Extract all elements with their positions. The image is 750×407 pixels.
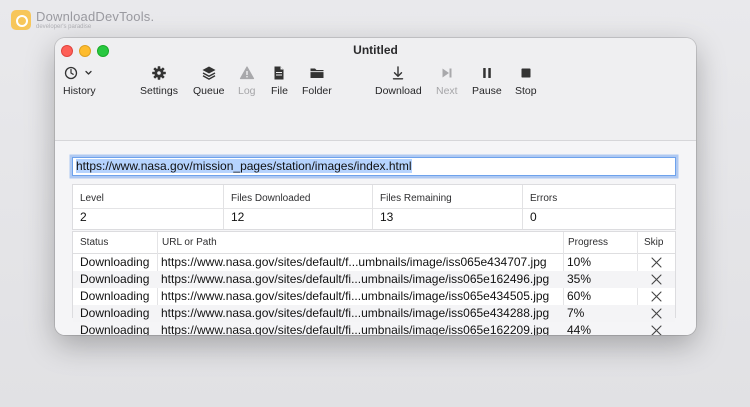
url-cell: https://www.nasa.gov/sites/default/fi...… [161,272,550,286]
log-button[interactable]: Log [238,64,256,97]
status-cell: Downloading [80,272,150,286]
download-arrow-icon [390,64,406,82]
stat-files-remaining: Files Remaining 13 [372,185,523,229]
folder-icon [309,64,325,82]
next-label: Next [436,85,458,97]
queue-label: Queue [193,85,225,97]
folder-button[interactable]: Folder [302,64,332,97]
skip-x-icon[interactable] [650,324,663,335]
log-label: Log [238,85,256,97]
table-header: Status URL or Path Progress Skip [73,232,675,254]
settings-label: Settings [140,85,178,97]
stats-panel: Level 2 Files Downloaded 12 Files Remain… [72,184,676,230]
status-cell: Downloading [80,323,150,335]
watermark-subtitle: developer's paradise [36,24,92,30]
next-button[interactable]: Next [436,64,458,97]
stop-label: Stop [515,85,537,97]
file-label: File [271,85,288,97]
stat-files-downloaded-value: 12 [231,210,245,224]
toolbar: Untitled History Settings Queue Log File… [55,38,696,141]
status-cell: Downloading [80,306,150,320]
table-row[interactable]: Downloading https://www.nasa.gov/sites/de… [73,254,675,271]
table-row[interactable]: Downloading https://www.nasa.gov/sites/de… [73,288,675,305]
status-cell: Downloading [80,255,150,269]
downloads-table: Status URL or Path Progress Skip Downloa… [72,231,676,335]
stat-level-header: Level [80,193,104,204]
stat-errors-value: 0 [530,210,537,224]
gear-icon [151,64,167,82]
skip-forward-icon [439,64,455,82]
stat-level-value: 2 [80,210,87,224]
download-label: Download [375,85,422,97]
url-cell: https://www.nasa.gov/sites/default/fi...… [161,323,550,335]
stat-files-downloaded-header: Files Downloaded [231,193,311,204]
progress-cell: 60% [567,289,592,303]
history-label: History [63,85,96,97]
watermark-logo-icon [11,10,31,30]
watermark: DownloadDevTools. developer's paradise [11,10,154,31]
stop-icon [518,64,534,82]
table-row[interactable]: Downloading https://www.nasa.gov/sites/de… [73,322,675,335]
document-icon [271,64,287,82]
progress-cell: 35% [567,272,592,286]
stack-icon [201,64,217,82]
table-row[interactable]: Downloading https://www.nasa.gov/sites/de… [73,305,675,322]
stat-errors-header: Errors [530,193,558,204]
history-button[interactable]: History [63,64,96,97]
pause-label: Pause [472,85,502,97]
stat-files-downloaded: Files Downloaded 12 [223,185,373,229]
stat-level: Level 2 [73,185,223,229]
stop-button[interactable]: Stop [515,64,537,97]
url-cell: https://www.nasa.gov/sites/default/fi...… [161,306,550,320]
stat-files-remaining-header: Files Remaining [380,193,452,204]
settings-button[interactable]: Settings [140,64,178,97]
status-cell: Downloading [80,289,150,303]
skip-x-icon[interactable] [650,273,663,286]
window-title: Untitled [353,43,398,57]
pause-button[interactable]: Pause [472,64,502,97]
progress-cell: 44% [567,323,592,335]
url-cell: https://www.nasa.gov/sites/default/f...u… [161,255,547,269]
folder-label: Folder [302,85,332,97]
file-button[interactable]: File [271,64,288,97]
warning-icon [239,64,255,82]
watermark-title: DownloadDevTools. [36,9,155,24]
stat-errors: Errors 0 [522,185,676,229]
progress-cell: 10% [567,255,592,269]
queue-button[interactable]: Queue [193,64,225,97]
column-header-progress[interactable]: Progress [568,237,608,248]
column-header-status[interactable]: Status [80,237,108,248]
progress-cell: 7% [567,306,585,320]
stat-files-remaining-value: 13 [380,210,394,224]
column-header-url[interactable]: URL or Path [162,237,217,248]
pause-icon [479,64,495,82]
url-cell: https://www.nasa.gov/sites/default/fi...… [161,289,550,303]
url-input[interactable]: https://www.nasa.gov/mission_pages/stati… [72,157,676,176]
clock-icon [64,64,94,82]
skip-x-icon[interactable] [650,290,663,303]
app-window: Untitled History Settings Queue Log File… [55,38,696,335]
skip-x-icon[interactable] [650,256,663,269]
url-input-value: https://www.nasa.gov/mission_pages/stati… [76,159,412,173]
skip-x-icon[interactable] [650,307,663,320]
download-button[interactable]: Download [375,64,422,97]
table-row[interactable]: Downloading https://www.nasa.gov/sites/de… [73,271,675,288]
main-content: https://www.nasa.gov/mission_pages/stati… [55,141,696,335]
column-header-skip[interactable]: Skip [644,237,663,248]
